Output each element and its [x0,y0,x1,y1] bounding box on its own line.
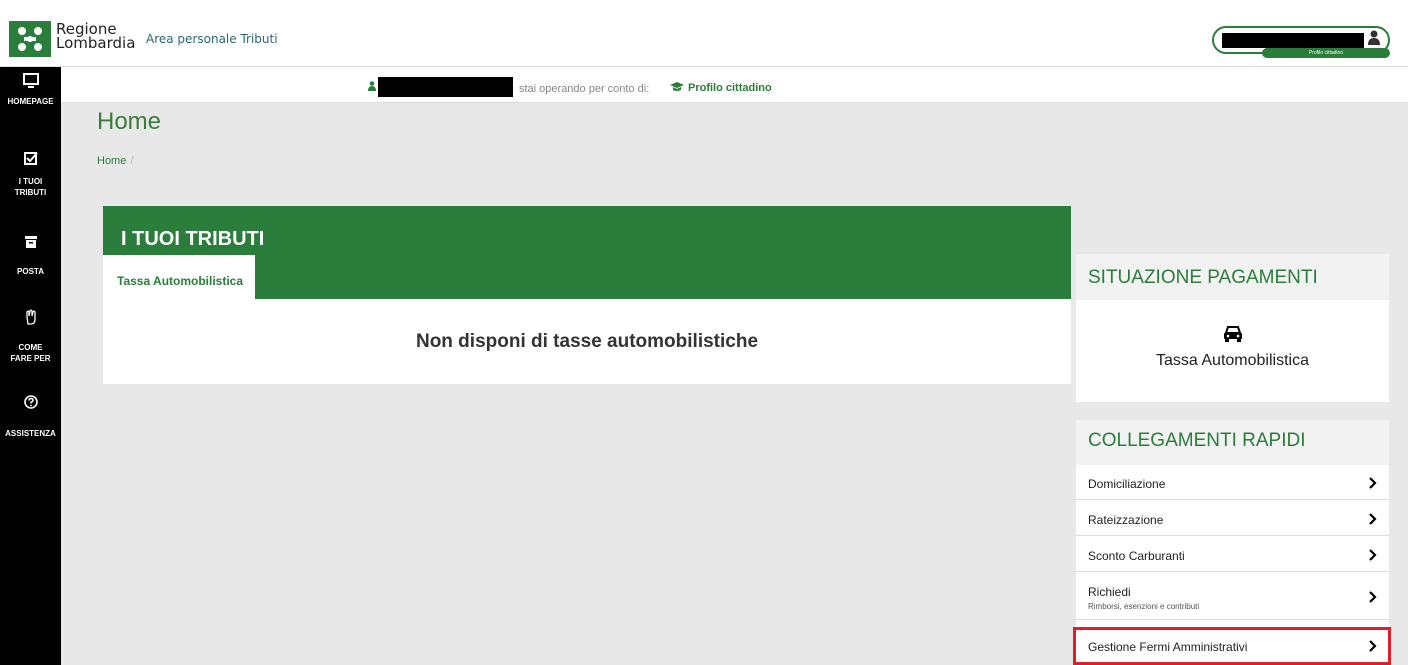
collegamenti-title: COLLEGAMENTI RAPIDI [1076,420,1389,465]
logo-text: Regione Lombardia [56,20,136,52]
top-header: Regione Lombardia Area personale Tributi… [0,0,1408,67]
quick-link-domiciliazione[interactable]: Domiciliazione [1076,465,1389,500]
tributi-panel: I TUOI TRIBUTI Tassa Automobilistica Non… [103,206,1071,384]
sidebar-item-label: I TUOI [18,177,43,186]
area-title: Area personale Tributi [146,32,278,46]
redacted-username [1222,33,1364,48]
quick-link-label: Rateizzazione [1088,513,1164,527]
chevron-right-icon [1369,549,1377,561]
breadcrumb: Home / [97,155,133,167]
graduation-cap-icon [670,82,684,91]
sidebar-item-label: FARE PER [10,354,51,363]
chevron-right-icon [1369,513,1377,525]
sidebar-item-label: ASSISTENZA [5,429,56,438]
question-circle-icon [23,395,38,409]
sidebar-item-come-fare-per[interactable]: COME FARE PER [0,309,61,364]
profile-badge: Profilo cittadino [1262,48,1390,58]
chevron-right-icon [1369,477,1377,489]
breadcrumb-home-link[interactable]: Home [97,155,126,167]
redacted-username [378,77,513,97]
tributi-title: I TUOI TRIBUTI [121,228,265,250]
sidebar-item-posta[interactable]: POSTA [0,235,61,277]
quick-link-sconto-carburanti[interactable]: Sconto Carburanti [1076,536,1389,572]
user-icon [1368,30,1380,45]
checkbox-icon [23,152,38,165]
situazione-title: SITUAZIONE PAGAMENTI [1076,254,1389,300]
car-icon-wrap [1076,326,1389,347]
monitor-icon [22,73,39,88]
quick-link-rateizzazione[interactable]: Rateizzazione [1076,500,1389,536]
empty-message: Non disponi di tasse automobilistiche [415,331,759,352]
sidebar-item-label: COME [18,343,43,352]
archive-icon [24,236,37,248]
sidebar-item-label: TRIBUTI [14,188,47,197]
operating-bar: stai operando per conto di: Profilo citt… [61,67,1408,103]
tributi-header: I TUOI TRIBUTI Tassa Automobilistica [103,206,1071,299]
quick-link-label: Domiciliazione [1088,477,1166,491]
sidebar-item-tributi[interactable]: I TUOI TRIBUTI [0,151,61,198]
car-icon [1223,326,1242,342]
sidebar: HOMEPAGE I TUOI TRIBUTI POSTA COME FARE … [0,67,61,665]
sidebar-item-label: HOMEPAGE [7,97,54,106]
quick-link-sublabel: Rimborsi, esenzioni e contributi [1088,602,1200,611]
operating-label: stai operando per conto di: [519,83,650,95]
hand-icon [25,309,36,325]
quick-link-richiedi[interactable]: Richiedi Rimborsi, esenzioni e contribut… [1076,572,1389,620]
highlight-box [1073,627,1391,665]
page-title: Home [97,108,162,135]
chevron-right-icon [1369,591,1377,603]
tab-tassa-automobilistica[interactable]: Tassa Automobilistica [103,255,255,299]
sidebar-item-homepage[interactable]: HOMEPAGE [0,73,61,107]
profile-link[interactable]: Profilo cittadino [688,82,772,94]
tassa-automobilistica-link[interactable]: Tassa Automobilistica [1076,352,1389,370]
quick-link-label: Sconto Carburanti [1088,549,1185,563]
sidebar-item-assistenza[interactable]: ASSISTENZA [0,395,61,439]
quick-link-label: Richiedi [1088,585,1131,599]
regione-lombardia-logo[interactable] [9,21,51,57]
sidebar-item-label: POSTA [17,267,44,276]
breadcrumb-separator: / [130,155,134,167]
user-icon [368,81,376,91]
rosa-camuna-icon [18,27,42,51]
situazione-pagamenti-panel: SITUAZIONE PAGAMENTI Tassa Automobilisti… [1076,254,1389,402]
